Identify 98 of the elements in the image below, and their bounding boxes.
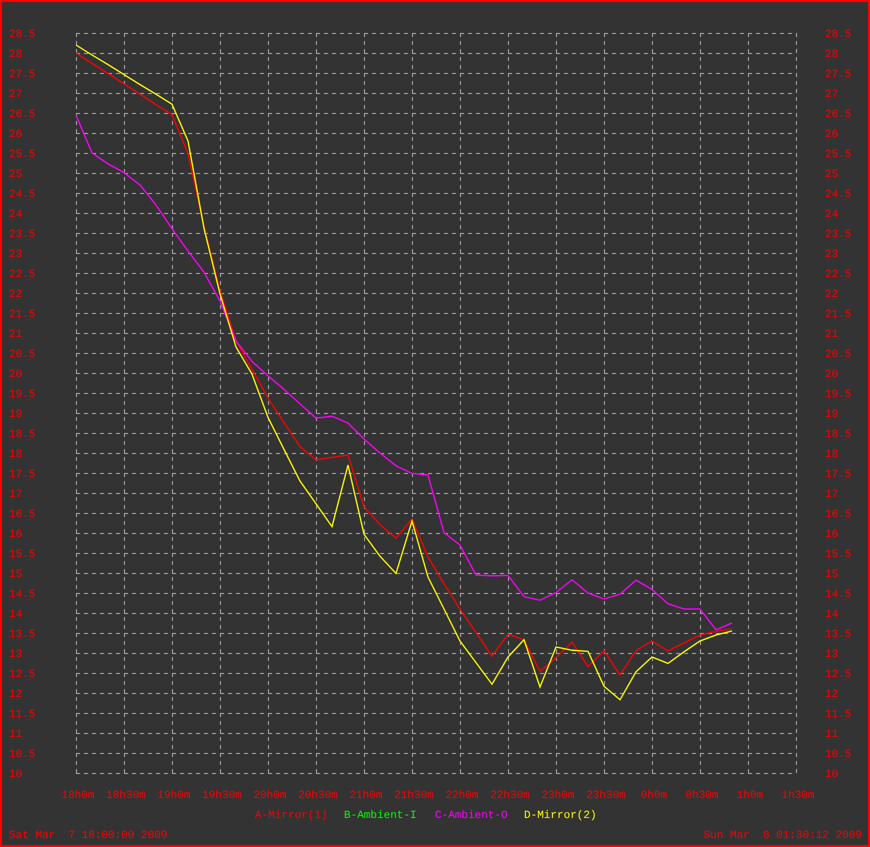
axis-label: 23h0m bbox=[542, 790, 574, 802]
axis-label: 20h0m bbox=[254, 790, 286, 802]
axis-label: 1h0m bbox=[736, 790, 764, 802]
axis-label: 28 bbox=[825, 49, 838, 61]
axis-label: 21h0m bbox=[350, 790, 382, 802]
axis-label: 23h30m bbox=[586, 790, 626, 802]
axis-label: 12 bbox=[9, 689, 22, 701]
axis-label: 23.5 bbox=[825, 229, 852, 241]
axis-label: 18 bbox=[9, 449, 22, 461]
axis-label: 17.5 bbox=[825, 469, 852, 481]
axis-label: 11 bbox=[825, 729, 838, 741]
axis-label: 26 bbox=[9, 129, 22, 141]
axis-label: 19 bbox=[825, 409, 838, 421]
axis-label: 24.5 bbox=[9, 189, 36, 201]
axis-label: 15 bbox=[9, 569, 22, 581]
axis-label: 18 bbox=[825, 449, 838, 461]
axis-label: 15.5 bbox=[9, 549, 36, 561]
axis-label: 20.5 bbox=[825, 349, 852, 361]
axis-label: 21 bbox=[825, 329, 838, 341]
axis-label: 20 bbox=[9, 369, 22, 381]
axis-label: 16 bbox=[9, 529, 22, 541]
axis-label: 28 bbox=[9, 49, 22, 61]
axis-label: 27.5 bbox=[825, 69, 852, 81]
axis-label: 12.5 bbox=[825, 669, 852, 681]
axis-label: 21h30m bbox=[394, 790, 434, 802]
end-time: Sun Mar 8 01:30:12 2009 bbox=[704, 830, 862, 842]
axis-label: 19.5 bbox=[9, 389, 36, 401]
axis-label: 25.5 bbox=[9, 149, 36, 161]
axis-label: 25.5 bbox=[825, 149, 852, 161]
axis-label: 10 bbox=[825, 769, 838, 781]
axis-label: 16.5 bbox=[9, 509, 36, 521]
axis-label: 21.5 bbox=[9, 309, 36, 321]
axis-label: 24.5 bbox=[825, 189, 852, 201]
axis-label: 12 bbox=[825, 689, 838, 701]
axis-label: 14 bbox=[825, 609, 838, 621]
axis-label: 22h0m bbox=[446, 790, 478, 802]
axis-label: 15.5 bbox=[825, 549, 852, 561]
axis-label: 21 bbox=[9, 329, 22, 341]
axis-label: 14.5 bbox=[825, 589, 852, 601]
axis-label: 17 bbox=[825, 489, 838, 501]
legend-label: B-Ambient-I bbox=[344, 810, 417, 822]
axis-label: 19h30m bbox=[202, 790, 242, 802]
axis-label: 22 bbox=[825, 289, 838, 301]
axis-label: 0h30m bbox=[686, 790, 718, 802]
axis-label: 27.5 bbox=[9, 69, 36, 81]
axis-label: 21.5 bbox=[825, 309, 852, 321]
axis-label: 11.5 bbox=[825, 709, 852, 721]
axis-label: 14 bbox=[9, 609, 22, 621]
axis-label: 26 bbox=[825, 129, 838, 141]
axis-label: 27 bbox=[9, 89, 22, 101]
axis-label: 17.5 bbox=[9, 469, 36, 481]
axis-label: 22h30m bbox=[490, 790, 530, 802]
axis-label: 17 bbox=[9, 489, 22, 501]
axis-label: 22 bbox=[9, 289, 22, 301]
legend-label: D-Mirror(2) bbox=[524, 810, 597, 822]
axis-label: 16 bbox=[825, 529, 838, 541]
axis-label: 19 bbox=[9, 409, 22, 421]
axis-label: 23.5 bbox=[9, 229, 36, 241]
axis-label: 24 bbox=[825, 209, 838, 221]
axis-label: 0h0m bbox=[640, 790, 668, 802]
axis-label: 25 bbox=[825, 169, 838, 181]
axis-label: 18.5 bbox=[825, 429, 852, 441]
start-time: Sat Mar 7 18:00:00 2009 bbox=[9, 830, 168, 842]
axis-label: 18h0m bbox=[62, 790, 94, 802]
axis-label: 19.5 bbox=[825, 389, 852, 401]
axis-label: 10 bbox=[9, 769, 22, 781]
axis-label: 12.5 bbox=[9, 669, 36, 681]
axis-label: 20h30m bbox=[298, 790, 338, 802]
axis-label: 25 bbox=[9, 169, 22, 181]
axis-label: 20 bbox=[825, 369, 838, 381]
axis-label: 1h30m bbox=[782, 790, 814, 802]
axis-label: 18.5 bbox=[9, 429, 36, 441]
axis-label: 10.5 bbox=[9, 749, 36, 761]
axis-label: 13 bbox=[825, 649, 838, 661]
axis-label: 23 bbox=[825, 249, 838, 261]
axis-label: 16.5 bbox=[825, 509, 852, 521]
axis-label: 13.5 bbox=[9, 629, 36, 641]
axis-label: 11 bbox=[9, 729, 22, 741]
axis-label: 19h0m bbox=[158, 790, 190, 802]
axis-label: 15 bbox=[825, 569, 838, 581]
legend-label: A-Mirror(1) bbox=[255, 810, 328, 822]
axis-label: 20.5 bbox=[9, 349, 36, 361]
axis-label: 24 bbox=[9, 209, 22, 221]
axis-label: 11.5 bbox=[9, 709, 36, 721]
axis-label: 10.5 bbox=[825, 749, 852, 761]
axis-label: 23 bbox=[9, 249, 22, 261]
axis-label: 18h30m bbox=[106, 790, 146, 802]
axis-label: 13.5 bbox=[825, 629, 852, 641]
legend-label: C-Ambient-O bbox=[435, 810, 508, 822]
axis-label: 22.5 bbox=[9, 269, 36, 281]
axis-label: 28.5 bbox=[825, 29, 852, 41]
axis-label: 27 bbox=[825, 89, 838, 101]
axis-label: 22.5 bbox=[825, 269, 852, 281]
axis-label: 28.5 bbox=[9, 29, 36, 41]
axis-label: 13 bbox=[9, 649, 22, 661]
axis-label: 26.5 bbox=[9, 109, 36, 121]
axis-label: 26.5 bbox=[825, 109, 852, 121]
axis-label: 14.5 bbox=[9, 589, 36, 601]
